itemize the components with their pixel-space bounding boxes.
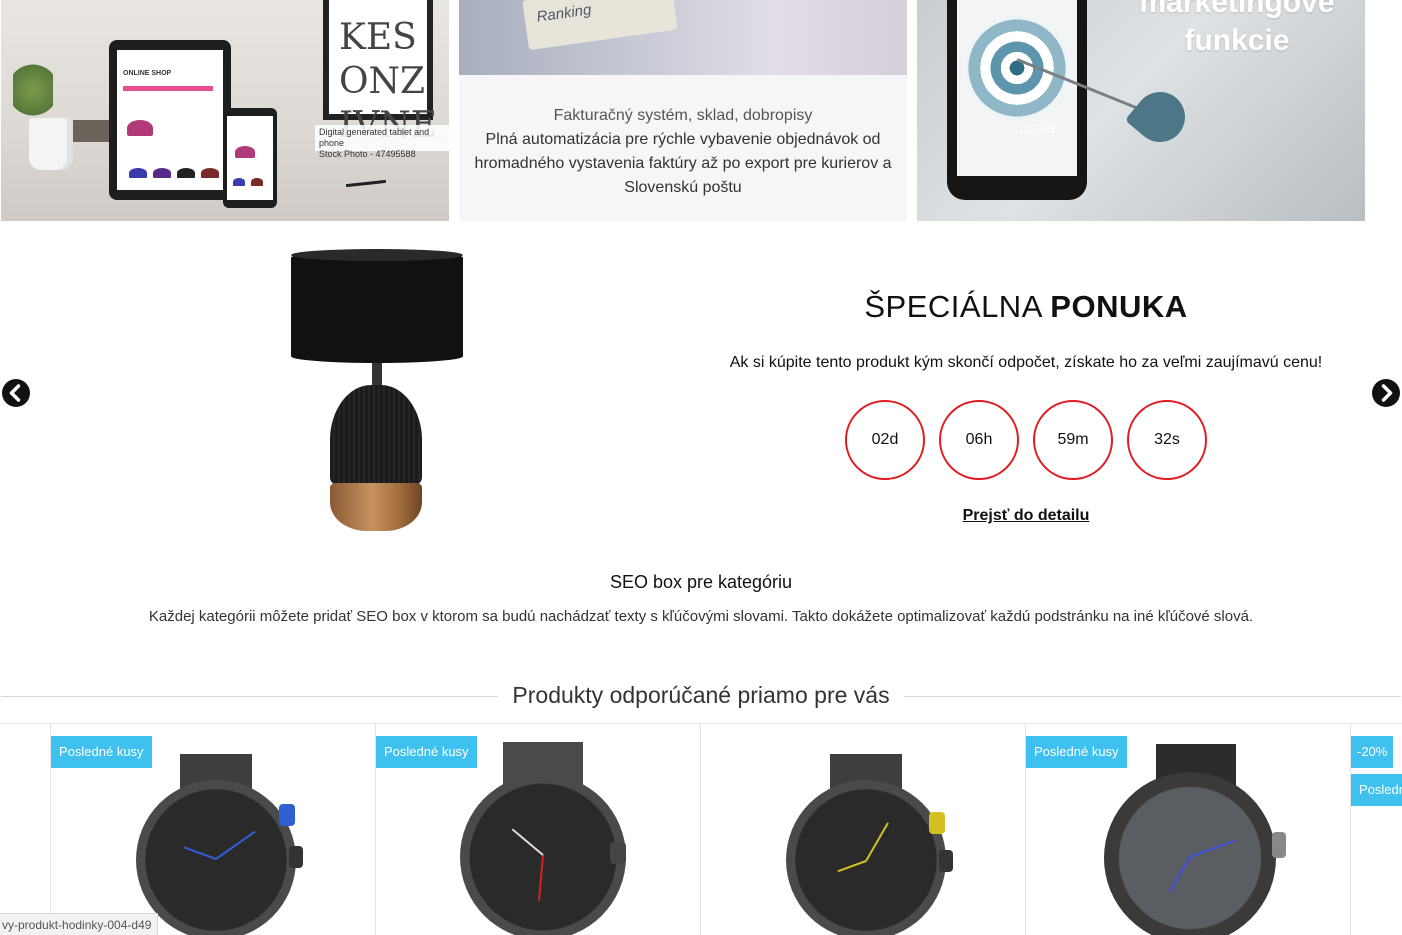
seo-box-title: SEO box pre kategóriu (609, 572, 793, 592)
product-image-lamp[interactable] (288, 249, 466, 539)
picture-frame: KES ONZ IVNE (323, 0, 437, 146)
chevron-left-icon (9, 384, 21, 402)
product-card[interactable]: Posledné kusy (50, 724, 375, 935)
product-card[interactable] (700, 724, 1025, 935)
countdown-timer: 02d 06h 59m 32s (845, 400, 1207, 480)
plant-decoration (13, 60, 53, 120)
special-offer-slider: ŠPECIÁLNA PONUKA Ak si kúpite tento prod… (0, 221, 1402, 541)
watch-image[interactable] (121, 754, 311, 935)
marketing-headline-line-1: marketingové (1139, 0, 1335, 19)
rankings-note-text: Ranking (535, 1, 593, 26)
feature-tiles: KES ONZ IVNE ONLINE SHOP (0, 0, 1402, 221)
dart-flight-decoration (1124, 81, 1196, 153)
watermark: 123RF (1017, 120, 1060, 136)
offer-description: Ak si kúpite tento produkt kým skončí od… (729, 354, 1323, 371)
stock-caption-line-2: Stock Photo - 47495588 (319, 149, 416, 159)
frame-letters-2: ONZ (339, 61, 426, 102)
tablet-brand: ONLINE SHOP (123, 70, 172, 77)
offer-detail-link[interactable]: Prejsť do detailu (926, 507, 1126, 525)
stock-photo-caption: Digital generated tablet and phone Stock… (315, 125, 449, 159)
offer-title-bold: PONUKA (1050, 289, 1188, 324)
offer-title: ŠPECIÁLNA PONUKA (726, 289, 1326, 325)
watch-image[interactable] (771, 754, 961, 935)
countdown-minutes: 59m (1033, 400, 1113, 480)
product-card[interactable]: -20% Posledné kusy (1350, 724, 1402, 935)
tablet-mockup: ONLINE SHOP (109, 40, 231, 200)
marketing-headline: marketingové funkcie (1107, 0, 1365, 60)
seo-box-text: Každej kategórii môžete pridať SEO box v… (148, 608, 1254, 625)
pen-decoration (345, 179, 387, 188)
watch-image[interactable] (1096, 744, 1296, 935)
product-card[interactable]: Posledné kusy (1025, 724, 1350, 935)
countdown-hours: 06h (939, 400, 1019, 480)
invoicing-title: Fakturačný systém, sklad, dobropisy (553, 107, 813, 124)
countdown-days: 02d (845, 400, 925, 480)
offer-title-light: ŠPECIÁLNA (864, 289, 1042, 324)
recommended-title-text: Produkty odporúčané priamo pre vás (498, 682, 904, 709)
badge-last-pieces: Posledné kusy (1351, 774, 1402, 806)
phone-target-image (947, 0, 1087, 200)
target-icon (965, 16, 1069, 120)
invoicing-text: Fakturačný systém, sklad, dobropisy Plná… (459, 104, 907, 200)
rankings-photo: Ranking (459, 0, 907, 75)
recommended-section-title: Produkty odporúčané priamo pre vás (0, 682, 1402, 709)
badge-discount: -20% (1351, 736, 1394, 768)
marketing-headline-line-2: funkcie (1184, 24, 1290, 57)
chevron-right-icon (1381, 384, 1393, 402)
recommended-products-carousel: Posledné kusy Posledné kusy Posledné kus… (0, 723, 1402, 935)
countdown-seconds: 32s (1127, 400, 1207, 480)
frame-letters-1: KES (339, 17, 417, 58)
slider-next-button[interactable] (1372, 379, 1400, 407)
feature-tile-marketing[interactable]: 123RF marketingové funkcie (917, 0, 1365, 221)
feature-tile-eshop[interactable]: KES ONZ IVNE ONLINE SHOP (1, 0, 449, 221)
slider-prev-button[interactable] (2, 379, 30, 407)
stock-caption-line-1: Digital generated tablet and phone (319, 127, 430, 148)
product-card[interactable]: Posledné kusy (375, 724, 700, 935)
phone-mockup (223, 108, 277, 208)
cup-decoration (29, 118, 73, 170)
watch-image[interactable] (448, 742, 638, 935)
invoicing-description: Plná automatizácia pre rýchle vybavenie … (474, 131, 892, 196)
status-bar-url: vy-produkt-hodinky-004-d49 (0, 913, 159, 935)
feature-tile-invoicing[interactable]: Ranking Fakturačný systém, sklad, dobrop… (459, 0, 907, 221)
